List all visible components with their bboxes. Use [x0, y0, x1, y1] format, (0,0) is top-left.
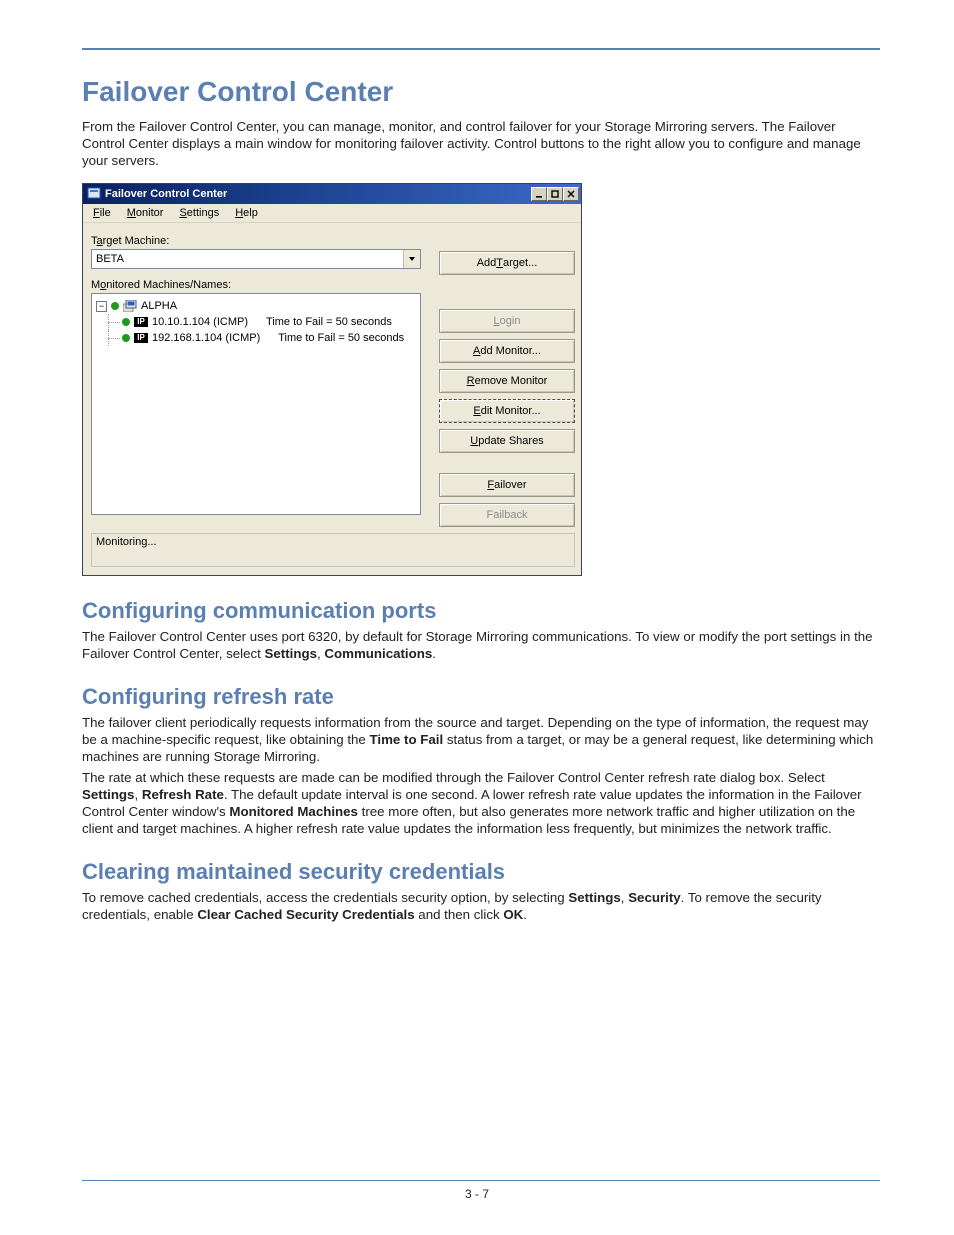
page-title: Failover Control Center	[82, 76, 880, 108]
section-refresh-p2: The rate at which these requests are mad…	[82, 769, 880, 837]
tree-time-label: Time to Fail = 50 seconds	[252, 314, 392, 330]
page-number: 3 - 7	[0, 1187, 954, 1201]
section-heading-comm: Configuring communication ports	[82, 598, 880, 624]
target-machine-label: Target Machine:	[91, 235, 421, 247]
target-machine-combo[interactable]	[91, 249, 421, 269]
failover-button[interactable]: Failover	[439, 473, 575, 497]
status-dot-icon	[111, 302, 119, 310]
section-heading-security: Clearing maintained security credentials	[82, 859, 880, 885]
login-button[interactable]: Login	[439, 309, 575, 333]
tree-expander-icon[interactable]: −	[96, 301, 107, 312]
tree-time-label: Time to Fail = 50 seconds	[264, 330, 404, 346]
tree-root[interactable]: − ALPHA	[96, 298, 416, 314]
close-button[interactable]	[563, 187, 579, 201]
edit-monitor-button[interactable]: Edit Monitor...	[439, 399, 575, 423]
tree-root-label: ALPHA	[141, 298, 177, 314]
titlebar-text: Failover Control Center	[101, 188, 531, 200]
update-shares-button[interactable]: Update Shares	[439, 429, 575, 453]
footer-border	[82, 1180, 880, 1181]
tree-row[interactable]: IP 192.168.1.104 (ICMP) Time to Fail = 5…	[96, 330, 416, 346]
ip-icon: IP	[134, 317, 148, 327]
section-refresh-p1: The failover client periodically request…	[82, 714, 880, 765]
chevron-down-icon[interactable]	[403, 250, 420, 268]
tree-ip-label: 192.168.1.104 (ICMP)	[152, 330, 260, 346]
top-border	[82, 48, 880, 50]
section-security-p1: To remove cached credentials, access the…	[82, 889, 880, 923]
status-dot-icon	[122, 318, 130, 326]
add-target-button[interactable]: Add Target...	[439, 251, 575, 275]
menu-file[interactable]: File	[87, 206, 117, 220]
ip-icon: IP	[134, 333, 148, 343]
section-heading-refresh: Configuring refresh rate	[82, 684, 880, 710]
monitored-machines-label: Monitored Machines/Names:	[91, 279, 421, 291]
status-bar: Monitoring...	[91, 533, 575, 567]
page-intro: From the Failover Control Center, you ca…	[82, 118, 880, 169]
menubar: File Monitor Settings Help	[83, 204, 581, 223]
target-machine-input[interactable]	[92, 250, 403, 268]
status-dot-icon	[122, 334, 130, 342]
minimize-button[interactable]	[531, 187, 547, 201]
maximize-button[interactable]	[547, 187, 563, 201]
tree-row[interactable]: IP 10.10.1.104 (ICMP) Time to Fail = 50 …	[96, 314, 416, 330]
menu-help[interactable]: Help	[229, 206, 264, 220]
host-icon	[123, 300, 137, 312]
status-text: Monitoring...	[96, 536, 157, 548]
monitored-machines-tree[interactable]: − ALPHA	[91, 293, 421, 515]
app-icon	[87, 186, 101, 203]
titlebar[interactable]: Failover Control Center	[83, 184, 581, 204]
menu-monitor[interactable]: Monitor	[121, 206, 170, 220]
tree-ip-label: 10.10.1.104 (ICMP)	[152, 314, 248, 330]
add-monitor-button[interactable]: Add Monitor...	[439, 339, 575, 363]
remove-monitor-button[interactable]: Remove Monitor	[439, 369, 575, 393]
section-comm-p1: The Failover Control Center uses port 63…	[82, 628, 880, 662]
failback-button[interactable]: Failback	[439, 503, 575, 527]
menu-settings[interactable]: Settings	[173, 206, 225, 220]
app-window: Failover Control Center File Monitor Set…	[82, 183, 582, 576]
